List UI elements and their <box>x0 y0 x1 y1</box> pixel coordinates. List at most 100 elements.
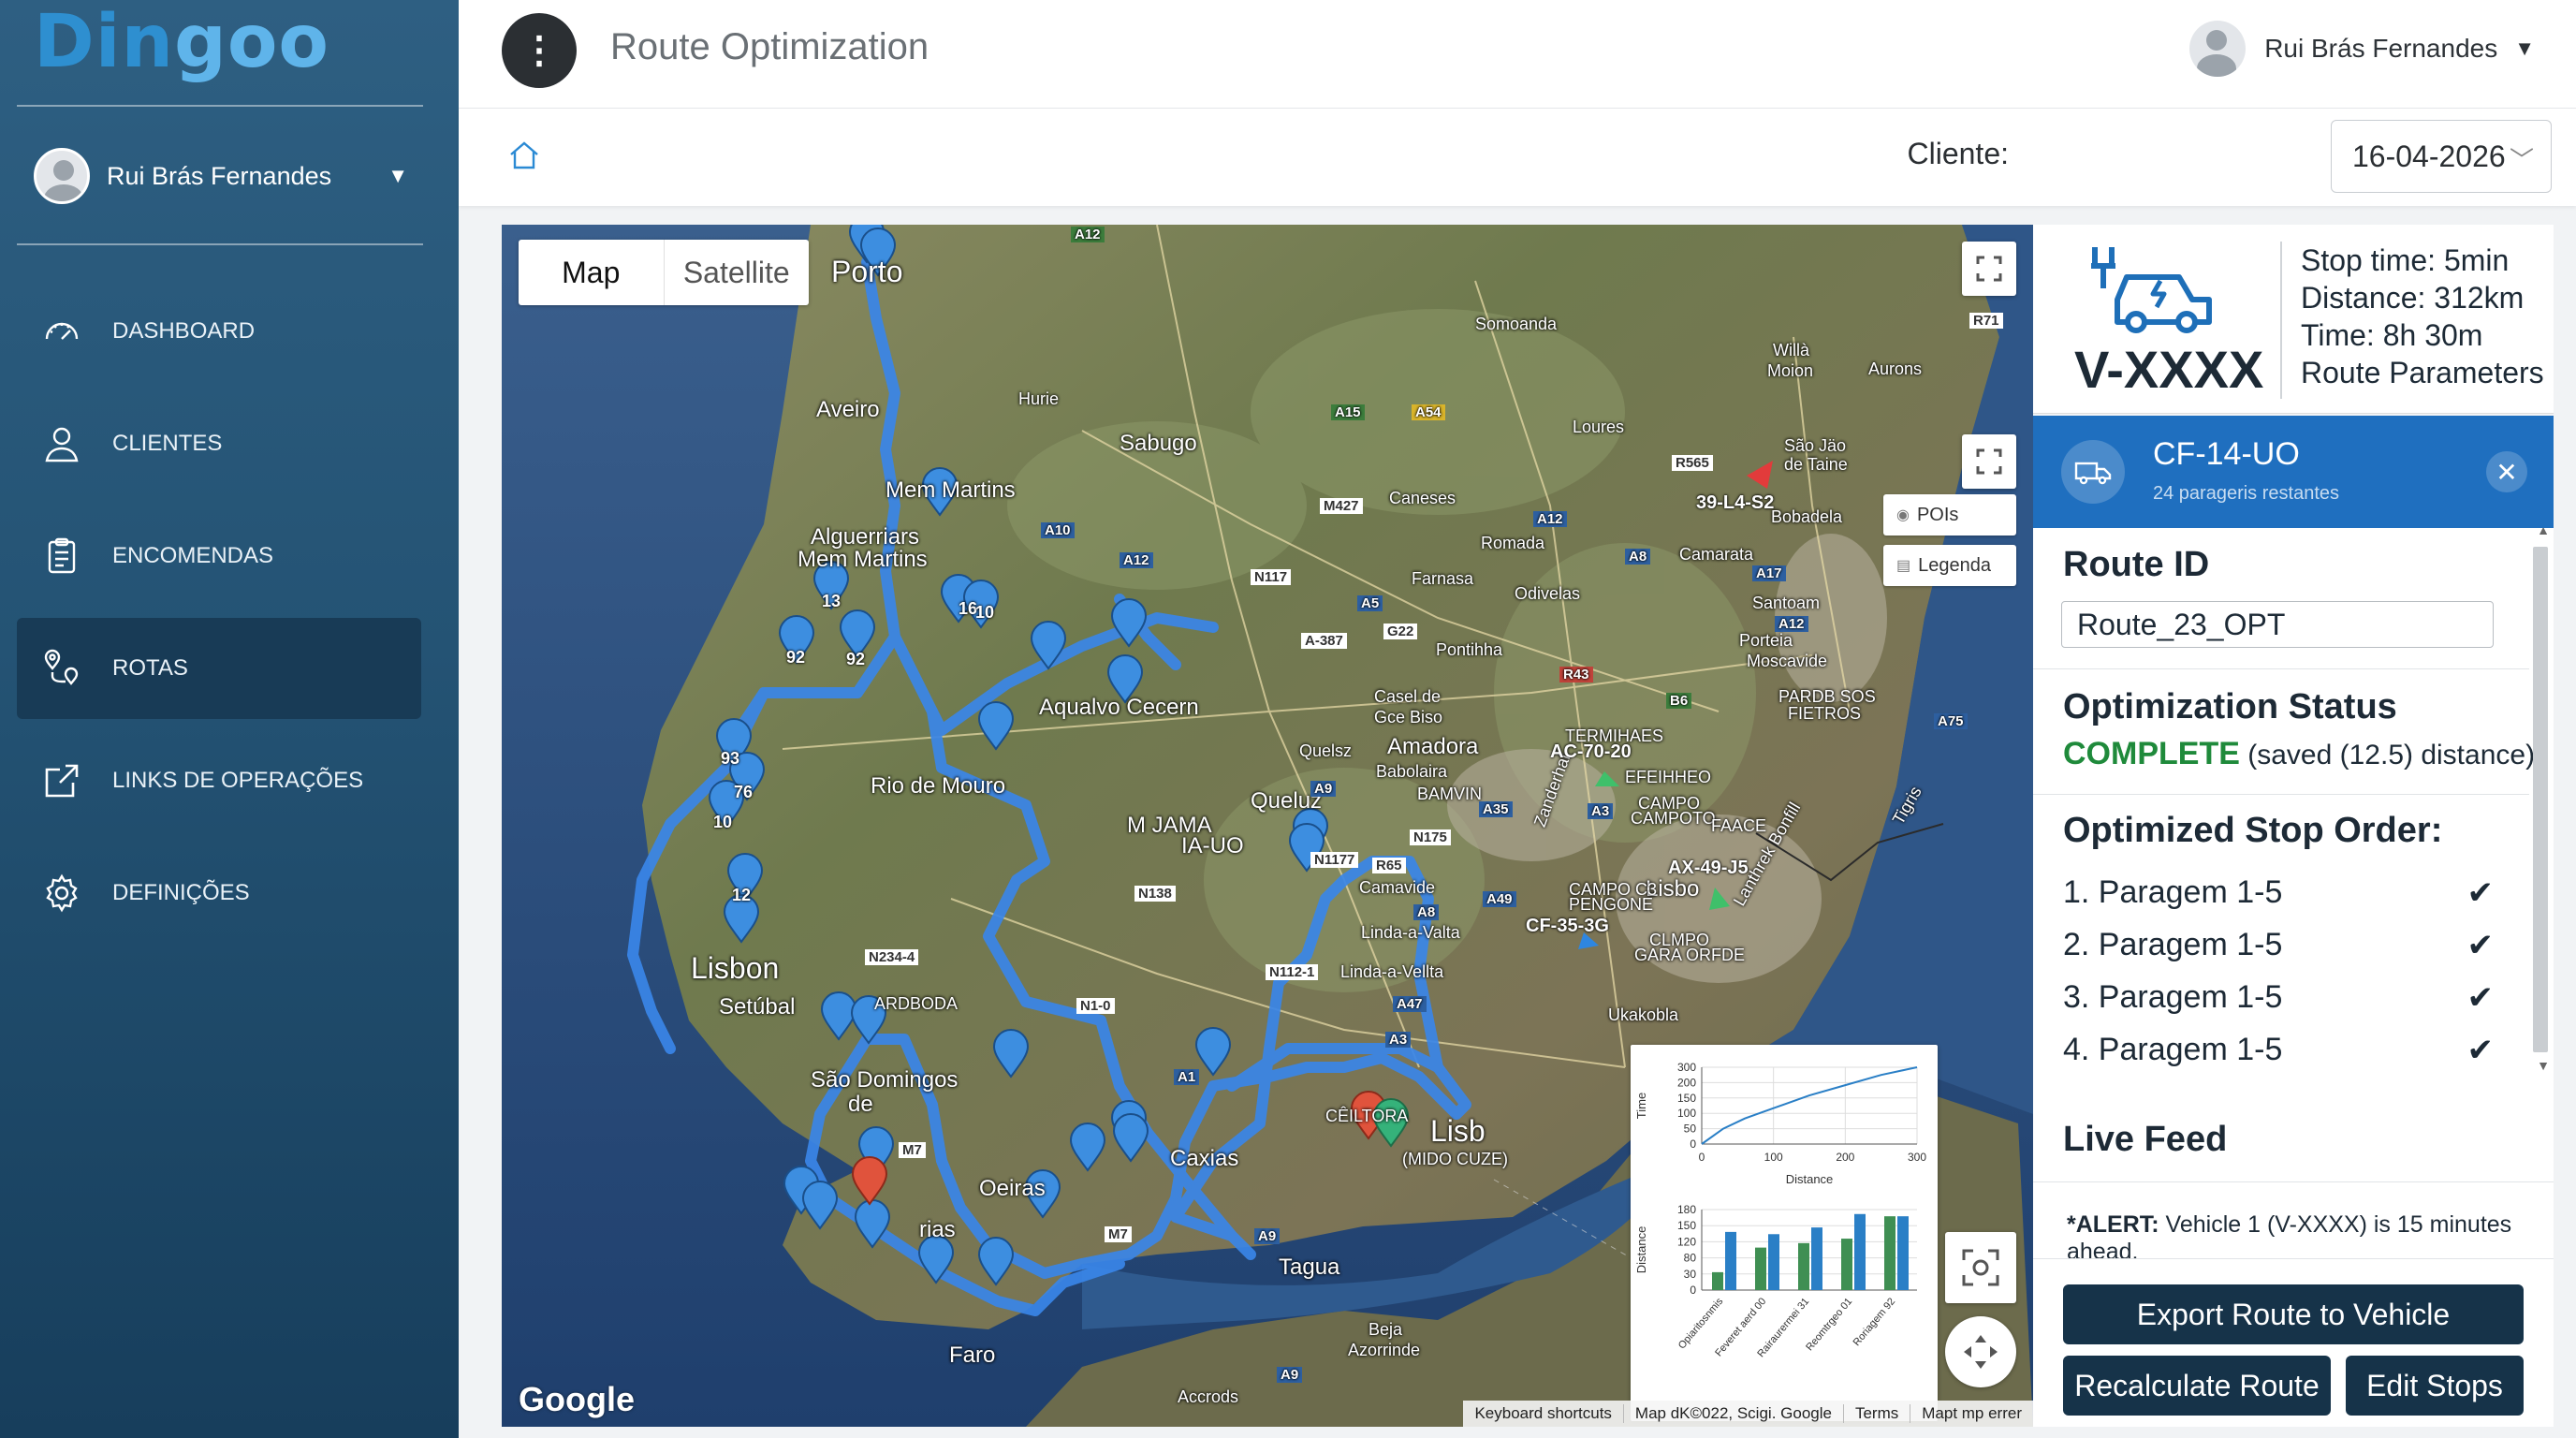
place-label: GARA ORFDE <box>1634 946 1746 964</box>
time: Time: 8h 30m <box>2301 318 2483 352</box>
place-label: Pontihha <box>1436 640 1503 659</box>
scrollbar[interactable]: ▲ ▼ <box>2533 528 2552 1073</box>
vehicle-params: Stop time: 5min Distance: 312km Time: 8h… <box>2301 242 2544 391</box>
header-user-name: Rui Brás Fernandes <box>2264 34 2498 63</box>
chevron-down-icon: ▼ <box>2514 37 2535 60</box>
place-label: Gce Biso <box>1374 708 1443 726</box>
y-axis-label: Distance <box>1634 1226 1648 1274</box>
pois-label: POIs <box>1916 504 1959 525</box>
list-item[interactable]: 4. Paragem 1-5 ✔ <box>2063 1032 2494 1068</box>
report-error-link[interactable]: Mapt mp errer <box>1910 1404 2033 1423</box>
map-attribution: Keyboard shortcuts Map dK©022, Scigi. Go… <box>1463 1401 2033 1427</box>
edit-stops-button[interactable]: Edit Stops <box>2346 1356 2524 1416</box>
place-label: Odivelas <box>1515 584 1581 603</box>
expand-button[interactable] <box>1962 434 2016 489</box>
place-label: Caxias <box>1170 1146 1239 1171</box>
metrics-chart: 3002001501005000 100 200 300TimeDistance180… <box>1634 1061 1926 1359</box>
pan-control[interactable] <box>1945 1316 2016 1387</box>
vehicle-label[interactable]: AX-49-J5 <box>1668 858 1749 879</box>
place-label: Aveiro <box>816 397 880 422</box>
map-type-toggle[interactable]: Map Satellite <box>519 240 809 305</box>
place-label: Farnasa <box>1412 569 1474 588</box>
route-map[interactable]: Map Satellite ◉ POIs ▤ Legenda Porto Ave… <box>502 225 2033 1427</box>
avatar <box>34 148 90 204</box>
road-shield: B6 <box>1666 693 1692 709</box>
map-type-satellite[interactable]: Satellite <box>663 240 810 305</box>
list-item[interactable]: 1. Paragem 1-5 ✔ <box>2063 874 2494 911</box>
place-label: de <box>848 1092 873 1117</box>
vehicle-label[interactable]: 39-L4-S2 <box>1696 492 1774 514</box>
sidebar-item-definicoes[interactable]: DEFINIÇÕES <box>17 843 421 944</box>
bar <box>1712 1271 1723 1290</box>
road-shield: A17 <box>1752 565 1786 581</box>
sidebar-item-encomendas[interactable]: ENCOMENDAS <box>17 506 421 607</box>
sidebar-item-links-operacoes[interactable]: LINKS DE OPERAÇÕES <box>17 730 421 831</box>
sidebar-item-label: DEFINIÇÕES <box>112 880 250 905</box>
y-tick-label: 120 <box>1677 1235 1696 1248</box>
road-shield: N1-0 <box>1076 998 1115 1014</box>
terms-link[interactable]: Terms <box>1842 1404 1910 1423</box>
sidebar-item-label: LINKS DE OPERAÇÕES <box>112 768 364 793</box>
pin-number: 92 <box>786 648 806 667</box>
scroll-down-icon[interactable]: ▼ <box>2537 1058 2550 1073</box>
sidebar-item-clientes[interactable]: CLIENTES <box>17 393 421 494</box>
pin-number: 10 <box>975 603 995 622</box>
scroll-up-icon[interactable]: ▲ <box>2537 528 2550 537</box>
sidebar-user-name: Rui Brás Fernandes <box>107 161 332 190</box>
road-shield: N234-4 <box>865 949 919 965</box>
place-label: Linda-a-Valta <box>1361 923 1460 942</box>
route-parameters-link[interactable]: Route Parameters <box>2301 354 2544 391</box>
place-label: Ukakobla <box>1608 1005 1679 1024</box>
close-button[interactable]: ✕ <box>2486 451 2527 492</box>
scrollbar-thumb[interactable] <box>2533 547 2548 1052</box>
electric-car-icon <box>2091 247 2212 333</box>
live-feed-title: Live Feed <box>2063 1120 2228 1159</box>
place-label: Sabugo <box>1120 431 1197 456</box>
series-line <box>1701 1066 1918 1145</box>
keyboard-shortcuts-link[interactable]: Keyboard shortcuts <box>1463 1404 1622 1423</box>
stop-time: Stop time: 5min <box>2301 243 2510 277</box>
alert-prefix: *ALERT: <box>2067 1211 2159 1238</box>
route-details[interactable]: Route ID Route_23_OPT Optimization Statu… <box>2033 528 2554 1120</box>
truck-icon <box>2061 440 2125 504</box>
divider <box>2033 668 2529 669</box>
pois-toggle[interactable]: ◉ POIs <box>1883 494 2016 536</box>
sidebar-item-label: CLIENTES <box>112 431 223 456</box>
home-icon[interactable] <box>507 139 541 172</box>
divider <box>2033 1181 2554 1182</box>
sidebar-item-rotas[interactable]: ROTAS <box>17 618 421 719</box>
legenda-toggle[interactable]: ▤ Legenda <box>1883 545 2016 586</box>
fullscreen-button[interactable] <box>1962 242 2016 296</box>
road-shield: A9 <box>1277 1367 1303 1383</box>
header-user-menu[interactable]: Rui Brás Fernandes ▼ <box>2189 21 2535 77</box>
divider <box>2033 1258 2554 1259</box>
sidebar-item-dashboard[interactable]: DASHBOARD <box>17 281 421 382</box>
route-id-field[interactable]: Route_23_OPT <box>2061 601 2494 648</box>
bar <box>1841 1239 1852 1290</box>
more-menu-button[interactable]: ⋮ <box>502 13 577 88</box>
road-shield: R71 <box>1969 313 2003 329</box>
sidebar-user-menu[interactable]: Rui Brás Fernandes ▼ <box>34 140 408 212</box>
vehicle-label[interactable]: CF-35-3G <box>1526 916 1609 937</box>
place-label: FAACE <box>1711 816 1767 835</box>
vehicle-label[interactable]: AC-70-20 <box>1550 741 1632 763</box>
place-label: São Domingos <box>811 1067 959 1093</box>
place-label: São Jäo <box>1784 436 1847 455</box>
pin-number: 13 <box>822 592 842 610</box>
place-label: IA-UO <box>1181 833 1244 858</box>
export-route-button[interactable]: Export Route to Vehicle <box>2063 1284 2524 1344</box>
check-icon: ✔ <box>2466 980 2495 1016</box>
app-logo[interactable]: Dingoo <box>34 0 329 84</box>
bar <box>1854 1213 1866 1290</box>
legenda-label: Legenda <box>1918 554 1991 576</box>
y-tick-label: 100 <box>1677 1107 1696 1120</box>
eye-icon: ◉ <box>1896 507 1910 523</box>
date-select[interactable]: 16-04-2026 ﹀ <box>2331 120 2552 193</box>
screenshot-button[interactable] <box>1945 1232 2016 1303</box>
list-item[interactable]: 2. Paragem 1-5 ✔ <box>2063 927 2494 963</box>
map-type-map[interactable]: Map <box>519 240 664 305</box>
list-item[interactable]: 3. Paragem 1-5 ✔ <box>2063 979 2494 1016</box>
recalculate-route-button[interactable]: Recalculate Route <box>2063 1356 2331 1416</box>
road-shield: A3 <box>1385 1032 1412 1048</box>
live-feed-panel: Live Feed *ALERT: Vehicle 1 (V-XXXX) is … <box>2033 1103 2554 1427</box>
